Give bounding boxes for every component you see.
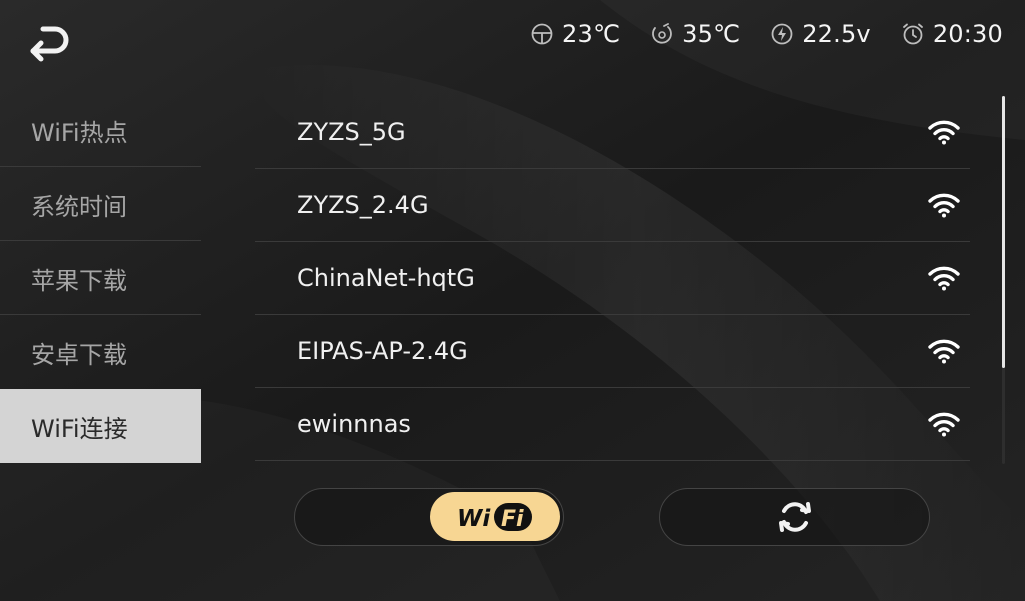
battery-voltage: 22.5v (770, 20, 871, 48)
wifi-ssid: ewinnnas (297, 410, 411, 438)
sidebar-item-label: 安卓下载 (31, 340, 127, 369)
wifi-signal-icon (926, 409, 962, 439)
status-bar: 23℃ 35℃ 22.5v 20:30 (500, 16, 1003, 52)
sidebar-item-wifi-hotspot[interactable]: WiFi热点 (0, 93, 201, 167)
wifi-ssid: ChinaNet-hqtG (297, 264, 475, 292)
settings-sidebar: WiFi热点 系统时间 苹果下载 安卓下载 WiFi连接 (0, 93, 201, 463)
wifi-logo-icon: Wi Fi (430, 492, 560, 541)
time-value: 20:30 (932, 20, 1003, 48)
wifi-ssid: ZYZS_5G (297, 118, 406, 146)
sidebar-item-label: 苹果下载 (31, 266, 127, 295)
wifi-network-row[interactable]: ZYZS_5G (255, 96, 970, 169)
wifi-signal-icon (926, 117, 962, 147)
sidebar-item-wifi-connect[interactable]: WiFi连接 (0, 389, 201, 463)
sidebar-item-label: WiFi连接 (31, 414, 128, 443)
wifi-network-row[interactable]: ChinaNet-hqtG (255, 242, 970, 315)
wifi-toggle-button[interactable]: Wi Fi (294, 488, 564, 546)
sidebar-item-label: WiFi热点 (31, 118, 128, 147)
wifi-network-row[interactable]: ZYZS_2.4G (255, 169, 970, 242)
wifi-signal-icon (926, 190, 962, 220)
wifi-signal-icon (926, 263, 962, 293)
sidebar-item-ios-download[interactable]: 苹果下载 (0, 241, 201, 315)
cabin-temperature-value: 23℃ (562, 20, 621, 48)
sidebar-item-label: 系统时间 (31, 192, 127, 221)
wifi-network-row[interactable]: EIPAS-AP-2.4G (255, 315, 970, 388)
svg-text:Wi: Wi (457, 506, 491, 532)
wifi-signal-icon (926, 336, 962, 366)
motor-temp-icon (650, 22, 674, 46)
steering-wheel-icon (530, 22, 554, 46)
back-arrow-icon (30, 26, 69, 62)
lightning-icon (770, 22, 794, 46)
sidebar-item-android-download[interactable]: 安卓下载 (0, 315, 201, 389)
sidebar-item-system-time[interactable]: 系统时间 (0, 167, 201, 241)
clock: 20:30 (901, 20, 1003, 48)
refresh-icon (778, 502, 811, 532)
alarm-clock-icon (901, 22, 925, 46)
voltage-value: 22.5v (802, 20, 871, 48)
wifi-ssid: ZYZS_2.4G (297, 191, 429, 219)
wifi-network-list: ZYZS_5G ZYZS_2.4G ChinaNet-hqtG EIPAS-AP… (255, 96, 970, 461)
scrollbar-thumb[interactable] (1002, 96, 1005, 368)
motor-temperature: 35℃ (650, 20, 740, 48)
cabin-temperature: 23℃ (530, 20, 620, 48)
svg-text:Fi: Fi (501, 507, 524, 532)
wifi-list-scrollbar[interactable] (1002, 96, 1005, 464)
motor-temperature-value: 35℃ (682, 20, 741, 48)
wifi-network-row[interactable]: ewinnnas (255, 388, 970, 461)
back-button[interactable] (24, 18, 74, 66)
refresh-button[interactable] (659, 488, 930, 546)
wifi-ssid: EIPAS-AP-2.4G (297, 337, 468, 365)
